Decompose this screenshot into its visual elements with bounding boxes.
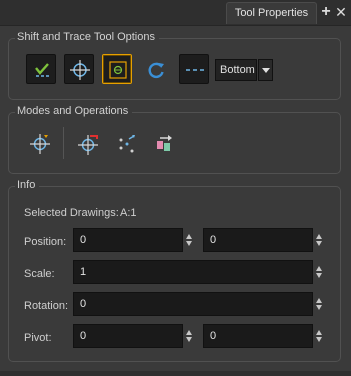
dashed-line-icon [186, 69, 204, 71]
reset-target-button[interactable] [75, 131, 101, 157]
position-y-field[interactable]: 0 [203, 228, 313, 252]
scale-stepper-icon[interactable] [315, 266, 325, 280]
check-onion-icon [35, 63, 49, 77]
position-x-field[interactable]: 0 [73, 228, 183, 252]
target-button[interactable] [27, 131, 53, 157]
chevron-down-icon[interactable] [258, 59, 273, 81]
pivot-box-icon [109, 61, 127, 79]
reset-target-icon [78, 135, 98, 155]
swap-drawings-icon [157, 135, 172, 151]
modes-group: Modes and Operations [8, 105, 341, 174]
position-y-stepper-icon[interactable] [315, 234, 325, 248]
toolbar-separator [63, 127, 64, 159]
modes-title: Modes and Operations [15, 105, 133, 117]
rotation-stepper-icon[interactable] [315, 298, 325, 312]
rotate-icon [148, 62, 164, 79]
swap-drawings-button[interactable] [151, 131, 177, 157]
rotation-label: Rotation: [24, 300, 69, 312]
pivot-label: Pivot: [24, 332, 52, 344]
target-icon [30, 134, 50, 154]
panel-titlebar: Tool Properties + ✕ [0, 0, 351, 26]
scatter-points-icon [119, 135, 135, 153]
pivot-x-stepper-icon[interactable] [185, 330, 195, 344]
shift-trace-group: Shift and Trace Tool Options Bottom [8, 31, 341, 100]
pivot-x-field[interactable]: 0 [73, 324, 183, 348]
plus-icon[interactable]: + [318, 4, 334, 20]
scale-field[interactable]: 1 [73, 260, 313, 284]
onion-position-select[interactable]: Bottom [215, 59, 257, 81]
rotation-field[interactable]: 0 [73, 292, 313, 316]
pivot-y-stepper-icon[interactable] [315, 330, 325, 344]
scatter-points-button[interactable] [113, 131, 139, 157]
close-icon[interactable]: ✕ [333, 4, 349, 20]
pivot-box-button[interactable] [102, 54, 132, 84]
info-title: Info [15, 179, 40, 191]
position-label: Position: [24, 236, 67, 248]
crosshair-button[interactable] [64, 54, 94, 84]
tab-tool-properties[interactable]: Tool Properties [226, 2, 317, 24]
rotate-button[interactable] [143, 57, 169, 83]
panel-bottom-edge [0, 371, 351, 376]
pivot-y-field[interactable]: 0 [203, 324, 313, 348]
check-onion-button[interactable] [26, 54, 56, 84]
dashed-line-button[interactable] [179, 54, 209, 84]
selected-drawings-label: Selected Drawings: [24, 207, 119, 219]
shift-trace-title: Shift and Trace Tool Options [15, 31, 159, 43]
position-x-stepper-icon[interactable] [185, 234, 195, 248]
selected-drawings-value: A:1 [120, 207, 137, 219]
scale-label: Scale: [24, 268, 55, 280]
info-group: Info Selected Drawings: A:1 Position: 0 … [8, 179, 341, 362]
crosshair-icon [70, 60, 90, 80]
